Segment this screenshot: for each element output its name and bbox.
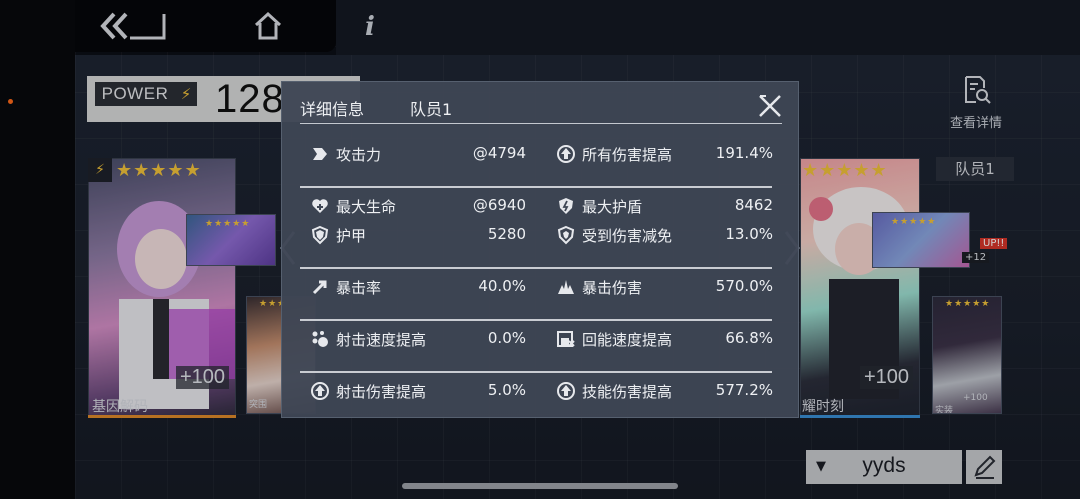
stat-fire-rate: 射击速度提高 0.0% xyxy=(310,326,526,352)
stat-skill-damage-up: 技能伤害提高 577.2% xyxy=(556,378,773,404)
divider xyxy=(300,371,772,373)
stat-value: 577.2% xyxy=(715,381,773,399)
divider xyxy=(300,319,772,321)
stat-value: 0.0% xyxy=(487,329,526,347)
fire-rate-icon xyxy=(312,331,328,347)
stat-max-hp: 最大生命 @6940 xyxy=(310,193,526,219)
stat-label: 暴击伤害 xyxy=(582,279,643,297)
close-icon xyxy=(759,95,781,117)
stat-label: 受到伤害减免 xyxy=(582,227,673,245)
stat-max-shield: 最大护盾 8462 xyxy=(556,193,773,219)
shield-icon xyxy=(559,198,573,214)
stat-energy-regen: 回能速度提高 66.8% xyxy=(556,326,773,352)
stat-label: 最大护盾 xyxy=(582,198,643,216)
armor-icon xyxy=(311,225,329,245)
stat-value: 191.4% xyxy=(715,144,773,162)
stat-all-damage-up: 所有伤害提高 191.4% xyxy=(556,141,773,167)
stat-value: 66.8% xyxy=(725,329,773,347)
coin-icon: @ xyxy=(472,144,488,162)
stat-value: 40.0% xyxy=(478,277,526,295)
energy-regen-icon xyxy=(557,331,575,347)
all-damage-up-icon xyxy=(557,145,575,163)
stat-value: 5.0% xyxy=(487,381,526,399)
coin-icon: @ xyxy=(472,196,488,214)
close-button[interactable] xyxy=(756,92,784,120)
modal-member: 队员1 xyxy=(410,100,453,119)
stat-damage-reduction: 受到伤害减免 13.0% xyxy=(556,222,773,248)
stat-armor: 护甲 5280 xyxy=(310,222,526,248)
stat-crit-rate: 暴击率 40.0% xyxy=(310,274,526,300)
stat-label: 攻击力 xyxy=(336,146,382,164)
modal-header: 详细信息 队员1 xyxy=(300,92,782,124)
modal-title: 详细信息 xyxy=(300,100,365,119)
stat-value: @6940 xyxy=(472,196,526,214)
stat-label: 最大生命 xyxy=(336,198,397,216)
stat-crit-damage: 暴击伤害 570.0% xyxy=(556,274,773,300)
stat-label: 所有伤害提高 xyxy=(582,146,673,164)
stat-label: 射击速度提高 xyxy=(336,331,427,349)
stat-attack: 攻击力 @4794 xyxy=(310,141,526,167)
stat-label: 护甲 xyxy=(336,227,367,245)
stat-value: 570.0% xyxy=(715,277,773,295)
stat-label: 暴击率 xyxy=(336,279,382,297)
stat-value: 5280 xyxy=(487,225,526,243)
skill-damage-up-icon xyxy=(557,382,575,400)
stat-label: 射击伤害提高 xyxy=(336,383,427,401)
shot-damage-up-icon xyxy=(311,382,329,400)
stat-value: 13.0% xyxy=(725,225,773,243)
crit-damage-icon xyxy=(558,280,574,294)
detail-info-modal: 详细信息 队员1 xyxy=(281,81,799,418)
stat-shot-damage-up: 射击伤害提高 5.0% xyxy=(310,378,526,404)
stat-value: @4794 xyxy=(472,144,526,162)
damage-reduce-icon xyxy=(557,225,575,245)
stat-value: 8462 xyxy=(734,196,773,214)
hp-icon xyxy=(312,199,328,213)
divider xyxy=(300,267,772,269)
crit-rate-icon xyxy=(312,280,327,295)
divider xyxy=(300,186,772,188)
attack-icon xyxy=(313,148,327,160)
stat-label: 技能伤害提高 xyxy=(582,383,673,401)
stat-label: 回能速度提高 xyxy=(582,331,673,349)
